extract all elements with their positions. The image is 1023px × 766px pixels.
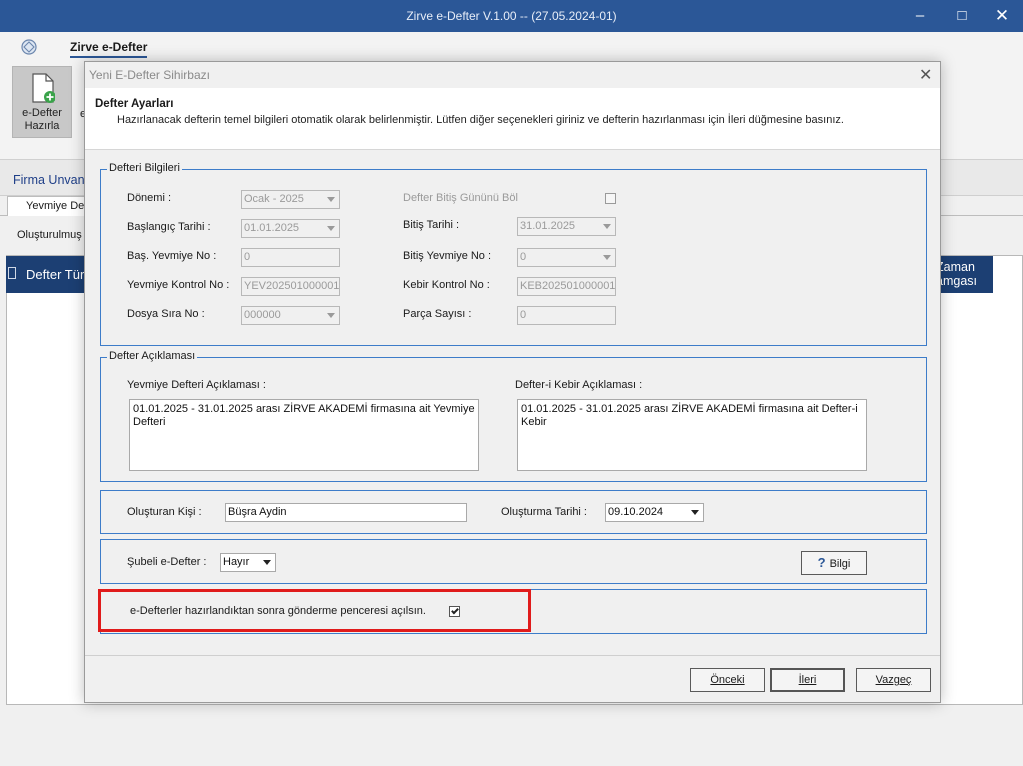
chevron-down-icon xyxy=(327,226,335,231)
grid-col-defter-turu[interactable]: Defter Tür xyxy=(26,267,84,282)
vazgec-button[interactable]: Vazgeç xyxy=(856,668,931,692)
bas-yevmiye-label: Baş. Yevmiye No : xyxy=(127,250,217,262)
bitis-gunu-bol-label: Defter Bitiş Gününü Böl xyxy=(403,192,518,204)
parca-sayisi-label: Parça Sayısı : xyxy=(403,308,472,320)
bitis-yevmiye-label: Bitiş Yevmiye No : xyxy=(403,250,492,262)
yevmiye-aciklama-textarea[interactable]: 01.01.2025 - 31.01.2025 arası ZİRVE AKAD… xyxy=(129,399,479,471)
olusturan-kisi-input[interactable]: Büşra Aydin xyxy=(225,503,467,522)
grid-select-icon[interactable] xyxy=(8,267,16,279)
bitis-gunu-bol-checkbox xyxy=(605,193,616,204)
olusturulmus-label: Oluşturulmuş E xyxy=(17,229,93,241)
dosya-sira-label: Dosya Sıra No : xyxy=(127,308,205,320)
chevron-down-icon xyxy=(603,255,611,260)
dialog-title: Yeni E-Defter Sihirbazı xyxy=(89,68,210,82)
prepare-edefter-label: e-Defter Hazırla xyxy=(22,107,62,132)
chevron-down-icon xyxy=(691,510,699,515)
help-icon: ? xyxy=(817,555,826,570)
ileri-button-label: İleri xyxy=(798,674,817,686)
new-edefter-wizard-dialog: Yeni E-Defter Sihirbazı ✕ Defter Ayarlar… xyxy=(84,61,941,703)
close-icon[interactable]: ✕ xyxy=(982,0,1022,32)
dialog-header-desc: Hazırlanacak defterin temel bilgileri ot… xyxy=(117,114,844,126)
baslangic-tarihi-combo: 01.01.2025 xyxy=(241,219,340,238)
maximize-icon[interactable]: □ xyxy=(942,0,982,32)
bitis-tarihi-value: 31.01.2025 xyxy=(520,220,576,232)
kebir-kontrol-label: Kebir Kontrol No : xyxy=(403,279,490,291)
app-orb-icon[interactable] xyxy=(20,38,38,56)
chevron-down-icon xyxy=(327,197,335,202)
subeli-combo[interactable]: Hayır xyxy=(220,553,276,572)
tab-yevmiye[interactable]: Yevmiye Def xyxy=(7,196,93,216)
grid-col-zaman-line2: amgası xyxy=(936,274,977,288)
dialog-close-icon[interactable]: ✕ xyxy=(919,65,932,85)
ribbon-tab-zirve[interactable]: Zirve e-Defter xyxy=(70,40,148,58)
new-document-icon xyxy=(32,73,55,103)
footer-divider xyxy=(85,655,940,656)
baslangic-tarihi-label: Başlangıç Tarihi : xyxy=(127,221,211,233)
parca-sayisi-field: 0 xyxy=(517,306,616,325)
defteri-bilgileri-group: Defteri Bilgileri Dönemi : Ocak - 2025 D… xyxy=(100,162,927,346)
dialog-titlebar: Yeni E-Defter Sihirbazı ✕ xyxy=(85,62,940,88)
olusturan-group: Oluşturan Kişi : Büşra Aydin Oluşturma T… xyxy=(100,490,927,534)
yevmiye-kontrol-label: Yevmiye Kontrol No : xyxy=(127,279,230,291)
baslangic-tarihi-value: 01.01.2025 xyxy=(244,222,300,234)
dialog-header-title: Defter Ayarları xyxy=(95,98,174,110)
subeli-value: Hayır xyxy=(223,556,250,568)
ileri-button[interactable]: İleri xyxy=(770,668,845,692)
bitis-yevmiye-combo: 0 xyxy=(517,248,616,267)
donemi-label: Dönemi : xyxy=(127,192,172,204)
chevron-down-icon xyxy=(603,224,611,229)
olusturma-tarihi-combo[interactable]: 09.10.2024 xyxy=(605,503,704,522)
subeli-label: Şubeli e-Defter : xyxy=(127,556,207,568)
chevron-down-icon xyxy=(263,560,271,565)
grid-col-zaman-line1: Zaman xyxy=(936,260,975,274)
bitis-tarihi-combo: 31.01.2025 xyxy=(517,217,616,236)
defter-aciklamasi-group: Defter Açıklaması Yevmiye Defteri Açıkla… xyxy=(100,350,927,482)
olusturan-kisi-label: Oluşturan Kişi : xyxy=(127,506,202,518)
highlight-box xyxy=(98,589,531,632)
bilgi-button-label: Bilgi xyxy=(829,558,851,570)
dialog-header: Defter Ayarları Hazırlanacak defterin te… xyxy=(85,88,940,150)
onceki-button-label: Önceki xyxy=(710,674,745,686)
onceki-button[interactable]: Önceki xyxy=(690,668,765,692)
kebir-kontrol-field: KEB202501000001 xyxy=(517,277,616,296)
vazgec-button-label: Vazgeç xyxy=(875,674,912,686)
window-titlebar: Zirve e-Defter V.1.00 -- (27.05.2024-01)… xyxy=(0,0,1023,32)
bitis-tarihi-label: Bitiş Tarihi : xyxy=(403,219,460,231)
bas-yevmiye-field: 0 xyxy=(241,248,340,267)
grid-col-zaman-damgasi[interactable]: Zaman amgası xyxy=(936,260,977,288)
olusturma-tarihi-value: 09.10.2024 xyxy=(608,506,664,518)
dosya-sira-combo: 000000 xyxy=(241,306,340,325)
bilgi-button[interactable]: ? Bilgi xyxy=(801,551,867,575)
defteri-bilgileri-legend: Defteri Bilgileri xyxy=(107,162,182,174)
donemi-combo: Ocak - 2025 xyxy=(241,190,340,209)
prepare-edefter-button[interactable]: e-Defter Hazırla xyxy=(12,66,72,138)
window-title: Zirve e-Defter V.1.00 -- (27.05.2024-01) xyxy=(406,9,617,23)
bitis-yevmiye-value: 0 xyxy=(520,251,527,263)
yevmiye-aciklama-label: Yevmiye Defteri Açıklaması : xyxy=(127,379,266,391)
kebir-aciklama-textarea[interactable]: 01.01.2025 - 31.01.2025 arası ZİRVE AKAD… xyxy=(517,399,867,471)
bottom-strip xyxy=(0,706,1023,766)
yevmiye-kontrol-field: YEV202501000001 xyxy=(241,277,340,296)
defter-aciklamasi-legend: Defter Açıklaması xyxy=(107,350,198,362)
dosya-sira-value: 000000 xyxy=(244,309,281,321)
firma-label: Firma Unvan xyxy=(13,173,85,187)
subeli-group: Şubeli e-Defter : Hayır ? Bilgi xyxy=(100,539,927,584)
chevron-down-icon xyxy=(327,313,335,318)
minimize-icon[interactable]: – xyxy=(900,0,940,32)
donemi-value: Ocak - 2025 xyxy=(244,193,304,205)
olusturma-tarihi-label: Oluşturma Tarihi : xyxy=(501,506,587,518)
kebir-aciklama-label: Defter-i Kebir Açıklaması : xyxy=(515,379,643,391)
